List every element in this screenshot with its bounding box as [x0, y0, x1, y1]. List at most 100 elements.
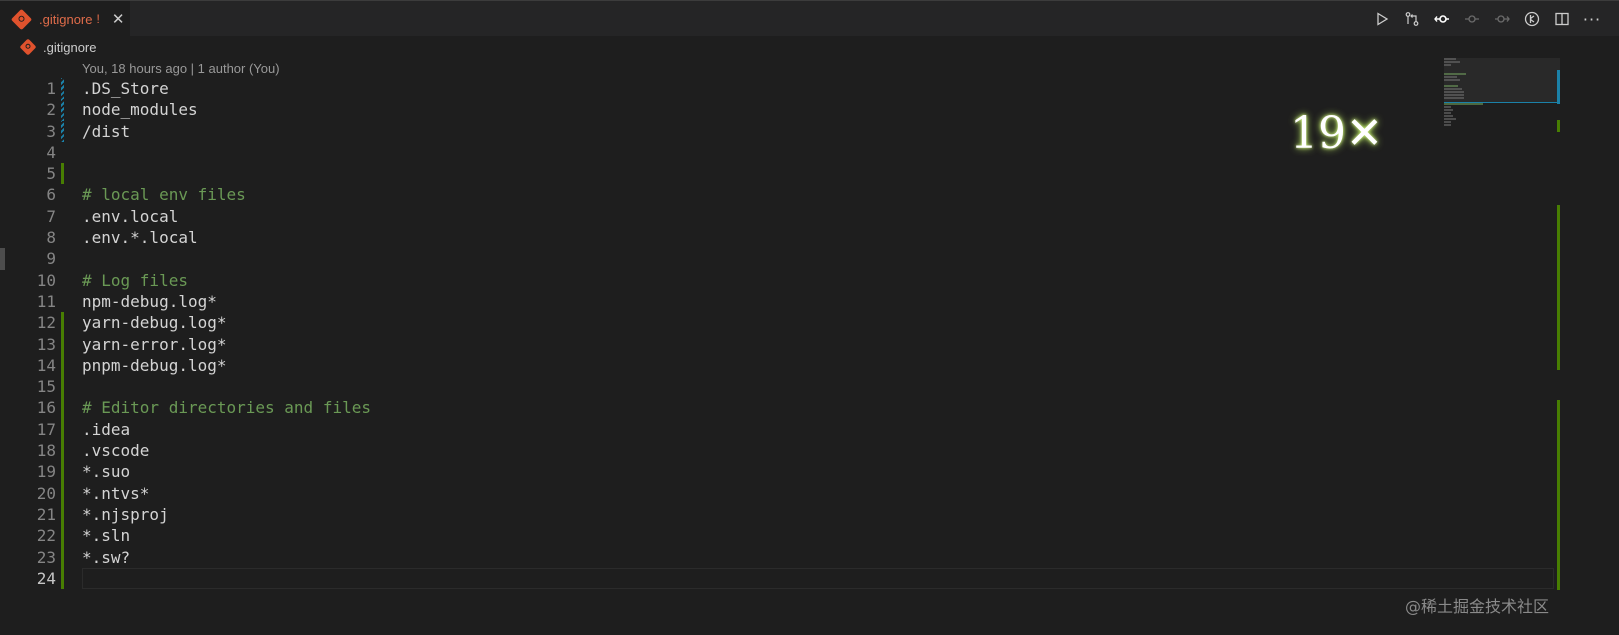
line-number: 24: [36, 568, 56, 588]
code-line[interactable]: 2 node_modules: [0, 99, 1400, 121]
code-text: yarn-error.log*: [82, 334, 227, 354]
gitlens-icon[interactable]: [1523, 10, 1541, 28]
line-number: 9: [46, 249, 56, 269]
vertical-scrollbar[interactable]: [1611, 58, 1619, 635]
git-icon: [19, 38, 37, 56]
code-text: .idea: [82, 419, 131, 439]
gutter-added-indicator[interactable]: [61, 354, 64, 377]
gutter-added-indicator[interactable]: [61, 567, 64, 590]
gutter: [61, 270, 64, 291]
code-line[interactable]: 16 # Editor directories and files: [0, 397, 1400, 419]
code-line[interactable]: 11 npm-debug.log*: [0, 291, 1400, 312]
next-commit-icon[interactable]: [1493, 10, 1511, 28]
gutter-added-indicator[interactable]: [61, 482, 64, 504]
code-line[interactable]: 3/dist: [0, 120, 1400, 142]
code-line[interactable]: 4: [0, 142, 1400, 163]
line-number: 3: [46, 121, 56, 141]
scrollbar-modified-marker: [1557, 70, 1560, 104]
gutter: [61, 227, 64, 248]
code-comment: # local env files: [82, 185, 246, 205]
code-line[interactable]: 24: [0, 567, 1554, 590]
code-line[interactable]: 5: [0, 163, 1400, 185]
line-number: 5: [46, 164, 56, 184]
minimap-line: [1444, 106, 1451, 108]
code-line[interactable]: 6 # local env files: [0, 184, 1400, 205]
scrollbar-added-marker: [1557, 205, 1560, 370]
code-text: *.sw?: [82, 547, 131, 567]
line-number: 10: [36, 270, 56, 290]
gutter: [61, 248, 64, 269]
line-number: 12: [36, 313, 56, 333]
tab-gitignore[interactable]: .gitignore ! ✕: [0, 1, 130, 37]
code-line[interactable]: 10 # Log files: [0, 270, 1400, 291]
code-line[interactable]: 19 *.suo: [0, 461, 1400, 483]
editor-window: .gitignore ! ✕ ··· .gitignore You, 18 ho…: [0, 0, 1619, 635]
code-lines[interactable]: 1 .DS_Store 2 node_modules 3/dist 4 5 6 # local …: [0, 78, 1554, 590]
line-number: 11: [36, 291, 56, 311]
breadcrumb-file[interactable]: .gitignore: [43, 40, 96, 55]
sash-handle[interactable]: [0, 248, 5, 270]
close-icon[interactable]: ✕: [112, 11, 125, 27]
more-icon[interactable]: ···: [1583, 10, 1601, 29]
blame-codelens[interactable]: You, 18 hours ago | 1 author (You): [82, 61, 280, 76]
line-number: 17: [36, 419, 56, 439]
gutter-modified-indicator[interactable]: [61, 78, 64, 100]
editor-actions: ···: [1373, 1, 1601, 37]
gutter: [61, 184, 64, 205]
code-comment: # Editor directories and files: [82, 398, 371, 418]
tab-modified-marker: !: [96, 12, 100, 26]
code-text: npm-debug.log*: [82, 291, 217, 311]
code-line[interactable]: 12 yarn-debug.log*: [0, 312, 1400, 334]
code-line[interactable]: 18 .vscode: [0, 440, 1400, 462]
code-line[interactable]: 9: [0, 248, 1400, 269]
code-line[interactable]: 1 .DS_Store: [0, 78, 1400, 100]
line-number: 15: [36, 377, 56, 397]
line-number: 8: [46, 228, 56, 248]
code-line[interactable]: 14 pnpm-debug.log*: [0, 354, 1400, 377]
code-line[interactable]: 7 .env.local: [0, 206, 1400, 227]
code-text: *.suo: [82, 462, 131, 482]
code-text: pnpm-debug.log*: [82, 355, 227, 375]
open-changes-icon[interactable]: [1403, 10, 1421, 28]
line-number: 20: [36, 483, 56, 503]
gutter-added-indicator[interactable]: [61, 333, 64, 355]
gutter-added-indicator[interactable]: [61, 163, 64, 185]
code-text: .env.*.local: [82, 228, 198, 248]
line-number: 4: [46, 142, 56, 162]
code-line[interactable]: 23 *.sw?: [0, 546, 1400, 568]
gutter-added-indicator[interactable]: [61, 312, 64, 334]
gutter-added-indicator[interactable]: [61, 418, 64, 441]
line-number: 14: [36, 355, 56, 375]
code-line[interactable]: 21 *.njsproj: [0, 503, 1400, 526]
code-line[interactable]: 22 *.sln: [0, 525, 1400, 547]
gutter-added-indicator[interactable]: [61, 546, 64, 568]
code-line[interactable]: 15: [0, 376, 1400, 398]
git-commit-icon[interactable]: [1433, 10, 1451, 28]
code-line[interactable]: 17 .idea: [0, 418, 1400, 441]
line-number: 2: [46, 100, 56, 120]
minimap-viewport[interactable]: [1444, 58, 1560, 103]
run-icon[interactable]: [1373, 10, 1391, 28]
git-icon: [10, 8, 33, 30]
code-text: node_modules: [82, 100, 198, 120]
gutter-added-indicator[interactable]: [61, 376, 64, 398]
gutter: [61, 206, 64, 227]
minimap-line: [1444, 103, 1483, 105]
gutter-added-indicator[interactable]: [61, 525, 64, 547]
gutter-modified-indicator[interactable]: [61, 99, 64, 121]
gutter-modified-indicator[interactable]: [61, 120, 64, 142]
gutter-added-indicator[interactable]: [61, 440, 64, 462]
line-number: 7: [46, 206, 56, 226]
split-editor-icon[interactable]: [1553, 10, 1571, 28]
minimap-line: [1444, 112, 1451, 114]
minimap-line: [1444, 124, 1451, 126]
scrollbar-added-marker: [1557, 400, 1560, 590]
gutter-added-indicator[interactable]: [61, 397, 64, 419]
code-line[interactable]: 13 yarn-error.log*: [0, 333, 1400, 355]
line-number: 6: [46, 185, 56, 205]
gutter-added-indicator[interactable]: [61, 503, 64, 526]
gutter-added-indicator[interactable]: [61, 461, 64, 483]
code-line[interactable]: 20 *.ntvs*: [0, 482, 1400, 504]
previous-commit-icon[interactable]: [1463, 10, 1481, 28]
code-line[interactable]: 8 .env.*.local: [0, 227, 1400, 248]
